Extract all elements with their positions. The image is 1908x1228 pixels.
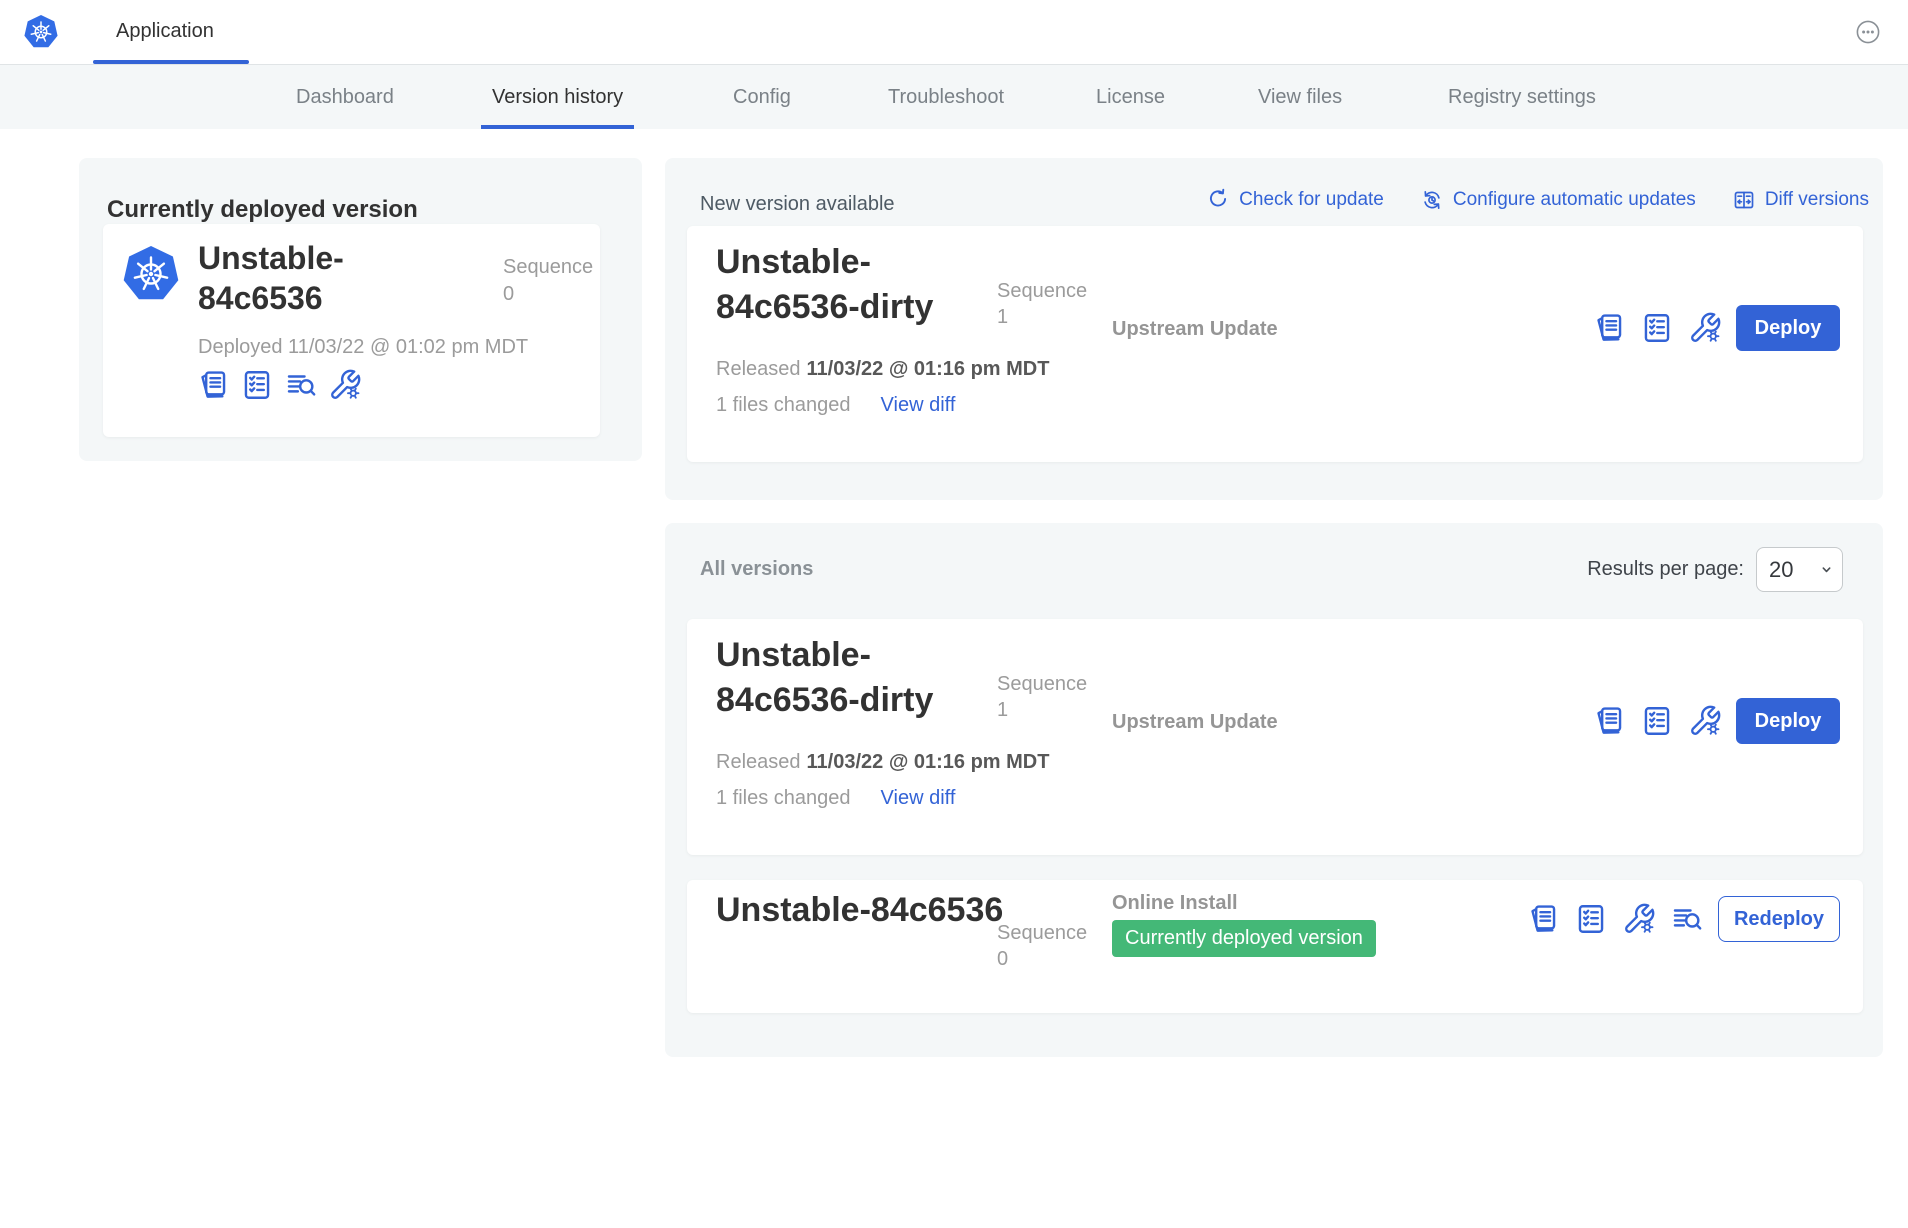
sequence-label: Sequence [997, 278, 1087, 304]
deployed-sequence: Sequence 0 [503, 254, 593, 308]
config-icon[interactable] [328, 368, 362, 402]
app-nav-bar: Dashboard Version history Config Trouble… [0, 65, 1908, 129]
view-logs-icon[interactable] [284, 368, 318, 402]
released-date: 11/03/22 @ 01:16 pm MDT [807, 751, 1050, 773]
deploy-button[interactable]: Deploy [1736, 305, 1840, 351]
results-per-page: Results per page: 20 [1587, 547, 1843, 592]
currently-deployed-section: Currently deployed version Unstable-84c6… [79, 158, 642, 461]
results-per-page-select[interactable]: 20 [1756, 547, 1843, 592]
app-title: Application [116, 20, 214, 43]
new-version-title: New version available [700, 193, 895, 216]
version-source: Upstream Update [1112, 318, 1278, 341]
tab-registry-settings[interactable]: Registry settings [1448, 65, 1596, 129]
released-label: Released [716, 358, 801, 380]
files-changed-line: 1 files changed View diff [716, 787, 955, 810]
new-version-row: Unstable-84c6536-dirty Sequence 1 Upstre… [687, 226, 1863, 462]
config-icon[interactable] [1688, 704, 1722, 738]
config-icon[interactable] [1622, 902, 1656, 936]
tab-config[interactable]: Config [733, 65, 791, 129]
files-changed-text: 1 files changed [716, 787, 851, 810]
sequence-label: Sequence [997, 920, 1087, 946]
release-notes-icon[interactable] [196, 368, 230, 402]
sequence-label: Sequence [997, 671, 1087, 697]
tab-view-files[interactable]: View files [1258, 65, 1342, 129]
version-row-deployed: Unstable-84c6536 Sequence 0 Online Insta… [687, 880, 1863, 1013]
check-for-update-label: Check for update [1239, 189, 1384, 211]
sequence-value: 1 [997, 304, 1087, 330]
version-name: Unstable-84c6536-dirty [716, 633, 1006, 723]
release-notes-icon[interactable] [1592, 704, 1626, 738]
tab-license[interactable]: License [1096, 65, 1165, 129]
view-diff-link[interactable]: View diff [881, 787, 956, 810]
preflight-checks-icon[interactable] [240, 368, 274, 402]
configure-updates-label: Configure automatic updates [1453, 189, 1696, 211]
all-versions-section: All versions Results per page: 20 Unstab… [665, 523, 1883, 1057]
files-changed-line: 1 files changed View diff [716, 394, 955, 417]
release-notes-icon[interactable] [1592, 311, 1626, 345]
tab-dashboard[interactable]: Dashboard [296, 65, 394, 129]
tab-version-history[interactable]: Version history [492, 65, 623, 129]
version-row-actions: Deploy [1592, 698, 1840, 744]
version-source: Online Install [1112, 892, 1238, 915]
files-changed-text: 1 files changed [716, 394, 851, 417]
released-label: Released [716, 751, 801, 773]
results-per-page-label: Results per page: [1587, 558, 1744, 581]
check-for-update-icon [1206, 188, 1230, 212]
configure-updates-icon [1420, 188, 1444, 212]
deploy-button[interactable]: Deploy [1736, 698, 1840, 744]
app-tab-active-underline [93, 60, 249, 64]
view-diff-link[interactable]: View diff [881, 394, 956, 417]
version-row-actions: Deploy [1592, 305, 1840, 351]
preflight-checks-icon[interactable] [1640, 311, 1674, 345]
released-line: Released 11/03/22 @ 01:16 pm MDT [716, 751, 1049, 774]
deployed-version-name: Unstable-84c6536 [198, 238, 448, 318]
version-source: Upstream Update [1112, 711, 1278, 734]
new-version-toolbar: Check for update Configure automatic upd… [1206, 188, 1869, 212]
version-sequence: Sequence 1 [997, 671, 1087, 723]
version-name: Unstable-84c6536-dirty [716, 240, 1006, 330]
results-per-page-value: 20 [1769, 557, 1793, 583]
application-icon [123, 246, 179, 302]
sequence-label: Sequence [503, 254, 593, 281]
version-row: Unstable-84c6536-dirty Sequence 1 Upstre… [687, 619, 1863, 855]
diff-versions-icon [1732, 188, 1756, 212]
redeploy-button[interactable]: Redeploy [1718, 896, 1840, 942]
diff-versions-label: Diff versions [1765, 189, 1869, 211]
configure-updates-link[interactable]: Configure automatic updates [1420, 188, 1696, 212]
sequence-value: 0 [997, 946, 1087, 972]
new-version-section: New version available Check for update C… [665, 158, 1883, 500]
view-logs-icon[interactable] [1670, 902, 1704, 936]
deployed-version-actions [196, 368, 362, 402]
release-notes-icon[interactable] [1526, 902, 1560, 936]
preflight-checks-icon[interactable] [1574, 902, 1608, 936]
kubernetes-logo-icon [24, 15, 58, 49]
top-bar: Application [0, 0, 1908, 65]
version-sequence: Sequence 0 [997, 920, 1087, 972]
all-versions-title: All versions [700, 558, 813, 581]
app-tab[interactable]: Application [116, 0, 214, 63]
config-icon[interactable] [1688, 311, 1722, 345]
sequence-value: 0 [503, 281, 593, 308]
released-line: Released 11/03/22 @ 01:16 pm MDT [716, 358, 1049, 381]
diff-versions-link[interactable]: Diff versions [1732, 188, 1869, 212]
sequence-value: 1 [997, 697, 1087, 723]
currently-deployed-badge: Currently deployed version [1112, 920, 1376, 957]
check-for-update-link[interactable]: Check for update [1206, 188, 1384, 212]
currently-deployed-title: Currently deployed version [107, 196, 418, 224]
version-row-actions: Redeploy [1526, 896, 1840, 942]
deployed-version-card: Unstable-84c6536 Sequence 0 Deployed 11/… [103, 224, 600, 437]
overflow-menu-button[interactable] [1850, 14, 1886, 50]
tab-troubleshoot[interactable]: Troubleshoot [888, 65, 1004, 129]
released-date: 11/03/22 @ 01:16 pm MDT [807, 358, 1050, 380]
version-name: Unstable-84c6536 [716, 888, 1006, 933]
chevron-down-icon [1818, 561, 1835, 578]
ellipsis-icon [1850, 14, 1886, 50]
preflight-checks-icon[interactable] [1640, 704, 1674, 738]
deployed-timestamp: Deployed 11/03/22 @ 01:02 pm MDT [198, 336, 528, 359]
version-sequence: Sequence 1 [997, 278, 1087, 330]
